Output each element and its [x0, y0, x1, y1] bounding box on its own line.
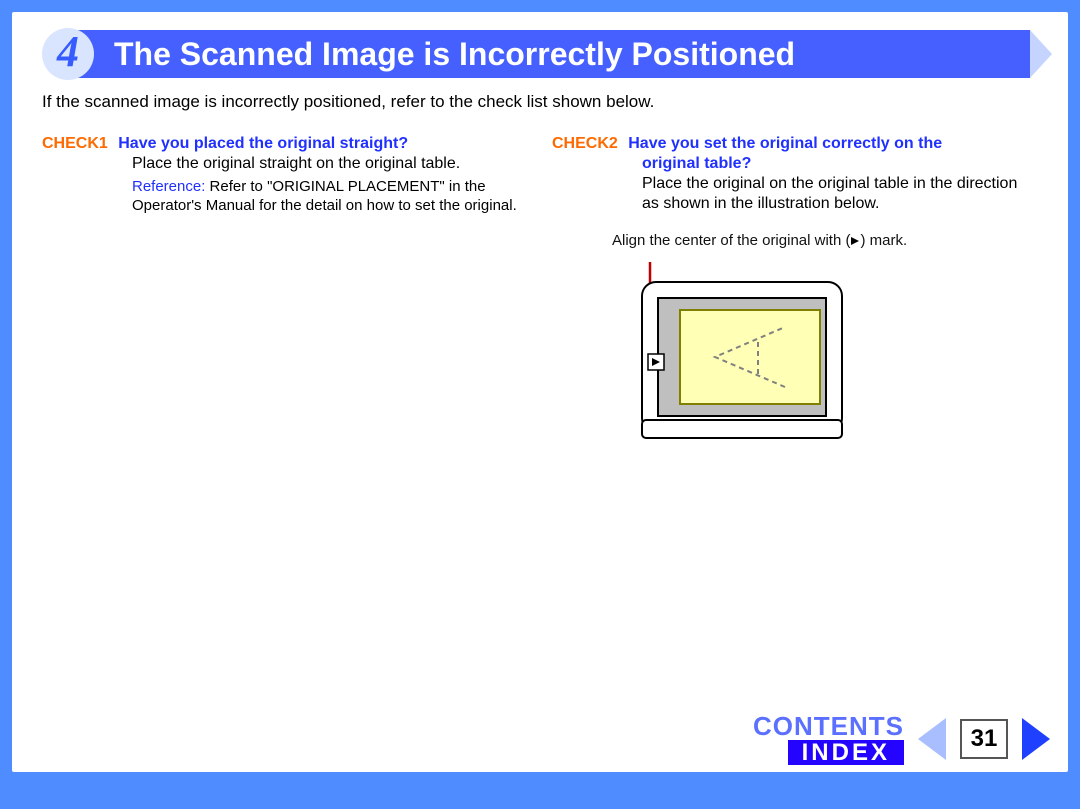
page-number-box: 31: [960, 719, 1008, 759]
nav-links: CONTENTS INDEX: [753, 713, 904, 765]
page-number: 31: [971, 725, 998, 753]
caption-pre: Align the center of the original with (: [612, 232, 850, 249]
document-frame: The Scanned Image is Incorrectly Positio…: [0, 0, 1080, 809]
check1-heading: CHECK1 Have you placed the original stra…: [42, 134, 528, 154]
page-nav: CONTENTS INDEX 31: [753, 714, 1050, 764]
section-title: The Scanned Image is Incorrectly Positio…: [114, 36, 795, 73]
check1-answer: Place the original straight on the origi…: [132, 154, 528, 174]
play-mark-icon: [850, 233, 860, 252]
section-header: The Scanned Image is Incorrectly Positio…: [12, 30, 1068, 78]
check2-label: CHECK2: [552, 135, 618, 152]
page-body: The Scanned Image is Incorrectly Positio…: [12, 12, 1068, 772]
check2-answer: Place the original on the original table…: [642, 174, 1038, 214]
check2-question-line2: original table?: [642, 154, 1038, 174]
check1-reference: Reference: Refer to "ORIGINAL PLACEMENT"…: [132, 178, 528, 216]
check1-label: CHECK1: [42, 135, 108, 152]
check1-question: Have you placed the original straight?: [118, 135, 408, 152]
index-link[interactable]: INDEX: [788, 740, 904, 765]
check2-question-line1: Have you set the original correctly on t…: [628, 135, 942, 152]
check2-heading: CHECK2 Have you set the original correct…: [552, 134, 1038, 154]
section-title-bar: The Scanned Image is Incorrectly Positio…: [72, 30, 1030, 78]
reference-label: Reference:: [132, 178, 205, 195]
content-columns: CHECK1 Have you placed the original stra…: [42, 134, 1038, 468]
intro-text: If the scanned image is incorrectly posi…: [42, 92, 1038, 112]
check1-column: CHECK1 Have you placed the original stra…: [42, 134, 528, 468]
contents-link[interactable]: CONTENTS: [753, 713, 904, 740]
check2-column: CHECK2 Have you set the original correct…: [552, 134, 1038, 468]
scanner-illustration: [612, 262, 1038, 468]
prev-page-button[interactable]: [918, 718, 946, 760]
illustration-caption: Align the center of the original with ()…: [612, 232, 1038, 252]
next-page-button[interactable]: [1022, 718, 1050, 760]
header-arrow-icon: [1030, 30, 1068, 78]
section-number: 4: [57, 30, 79, 74]
caption-post: ) mark.: [860, 232, 907, 249]
section-number-badge: 4: [42, 28, 94, 80]
